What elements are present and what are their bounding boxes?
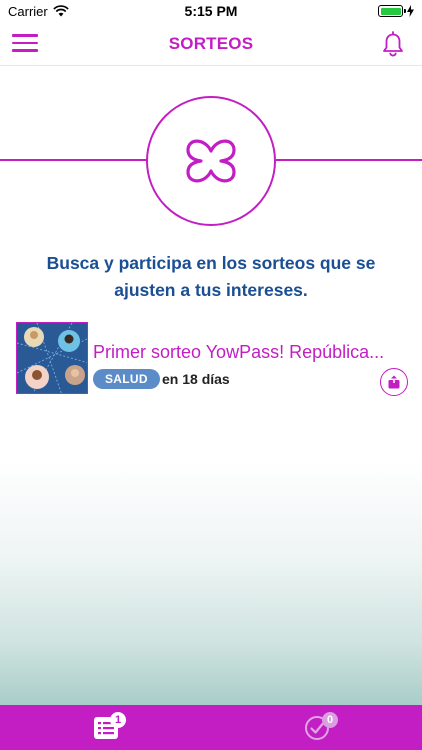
- clover-logo-icon: [146, 96, 276, 226]
- list-count-badge: 1: [110, 712, 126, 728]
- page-title: SORTEOS: [168, 33, 254, 53]
- hamburger-menu-icon[interactable]: [12, 34, 38, 54]
- battery-icon: [378, 5, 406, 17]
- completed-count-badge: 0: [322, 712, 338, 728]
- category-badge: SALUD: [93, 369, 160, 389]
- charging-bolt-icon: [407, 5, 414, 17]
- background-gradient: [0, 460, 422, 705]
- tab-completed[interactable]: 0: [211, 705, 422, 750]
- time-left-label: en 18 días: [162, 371, 230, 387]
- tagline-text: Busca y participa en los sorteos que se …: [46, 253, 376, 300]
- carrier-label: Carrier: [8, 3, 48, 19]
- hero-line-left: [0, 159, 148, 161]
- status-right: [378, 5, 414, 17]
- wifi-icon: [53, 5, 69, 17]
- share-icon[interactable]: [380, 368, 408, 396]
- hero-line-right: [276, 159, 422, 161]
- nav-bar: SORTEOS: [0, 22, 422, 66]
- status-bar: Carrier 5:15 PM: [0, 0, 422, 22]
- tab-bar: 1 0: [0, 705, 422, 750]
- status-left: Carrier: [8, 4, 69, 19]
- raffle-thumbnail-image: [16, 322, 88, 394]
- raffle-title: Primer sorteo YowPass! República...: [93, 342, 385, 362]
- bell-icon[interactable]: [382, 31, 404, 57]
- raffle-list-item[interactable]: Primer sorteo YowPass! República... SALU…: [16, 322, 408, 396]
- tab-list[interactable]: 1: [0, 705, 211, 750]
- hero-section: [0, 96, 422, 226]
